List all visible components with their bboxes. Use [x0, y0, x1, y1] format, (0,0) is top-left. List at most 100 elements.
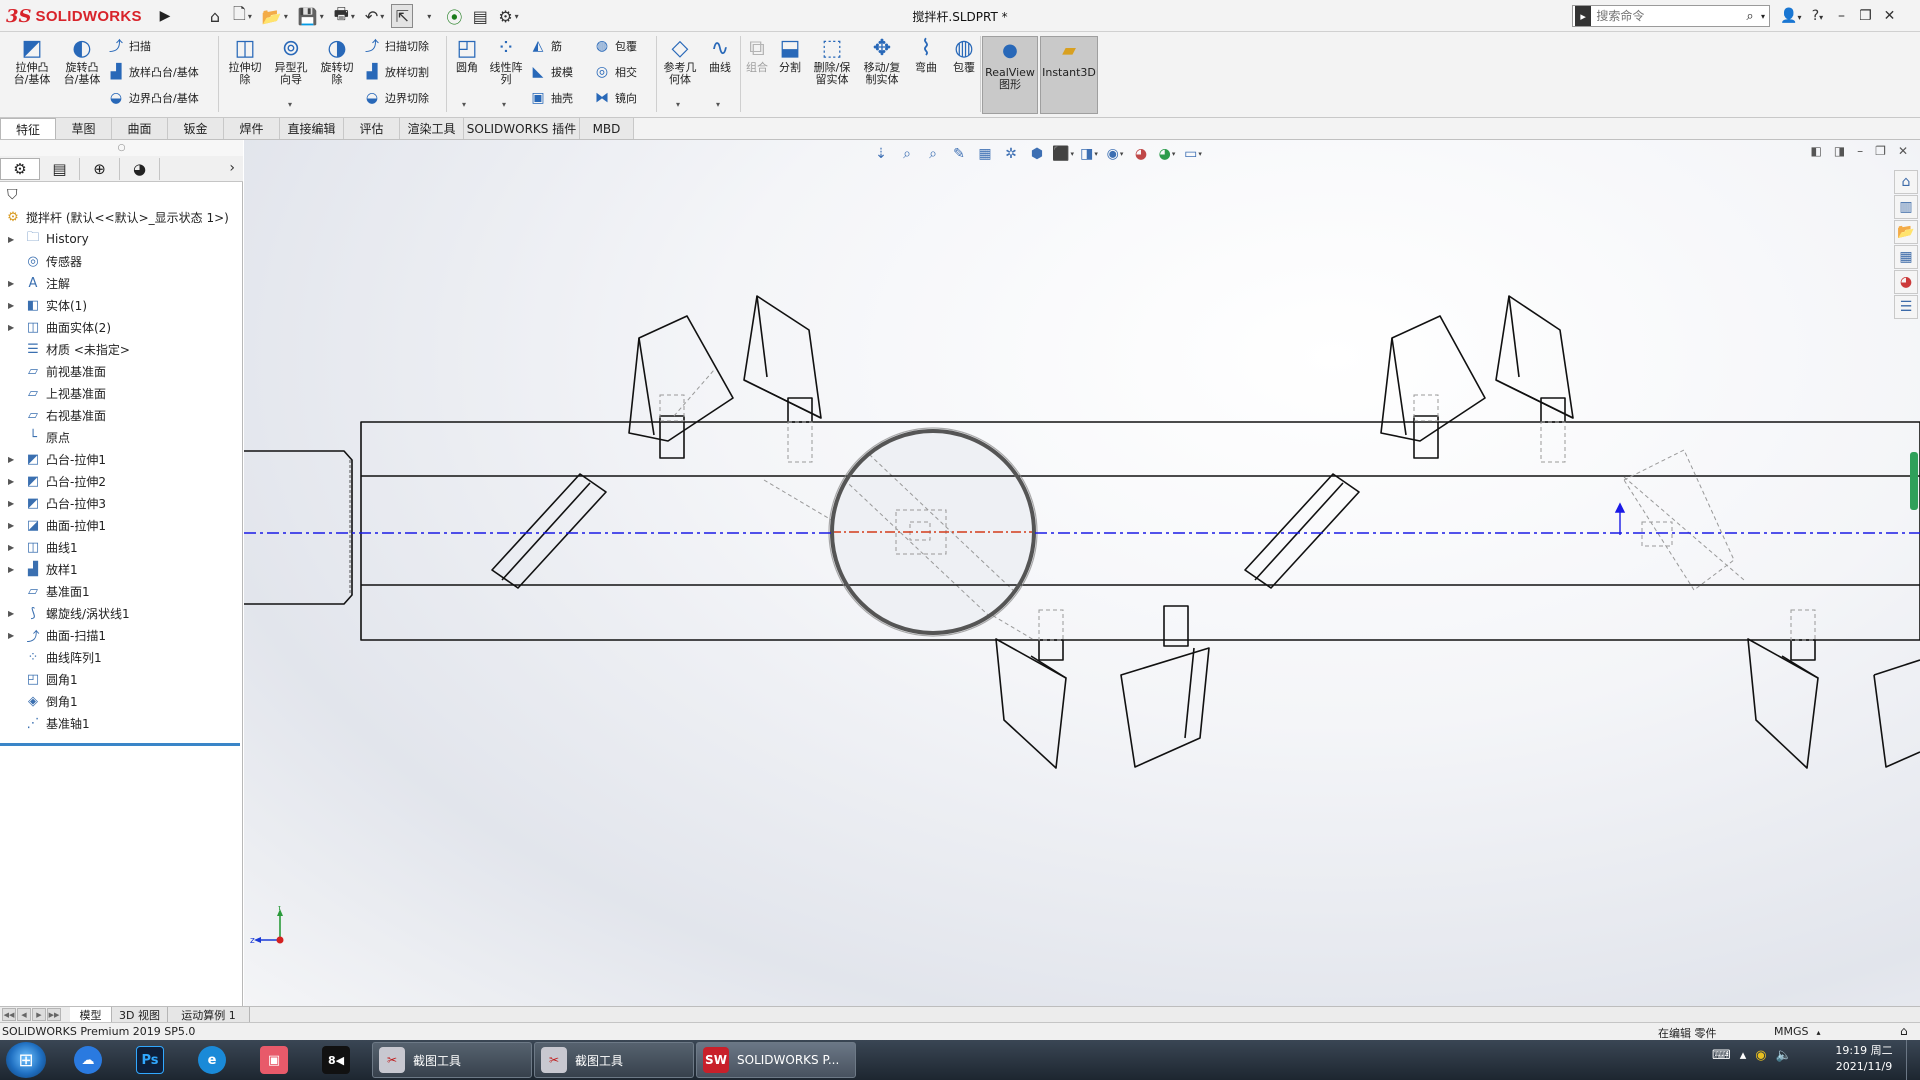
search-dropdown-icon[interactable]: ▾ — [1761, 12, 1765, 21]
tree-item[interactable]: ▶ ⟆ 螺旋线/涡状线1 — [0, 602, 243, 624]
prev-tab-arrow-icon[interactable]: ◀ — [17, 1008, 31, 1021]
minimize-icon[interactable]: – — [1833, 8, 1849, 24]
tree-item[interactable]: ◰ 圆角1 — [0, 668, 243, 690]
tree-item[interactable]: └ 原点 — [0, 426, 243, 448]
zoom-scroll-thumb[interactable] — [1910, 452, 1918, 510]
select-dropdown-icon[interactable]: ▾ — [417, 4, 439, 28]
viewport-close-icon[interactable]: ✕ — [1898, 144, 1908, 158]
wrap2-button[interactable]: ◍ 包覆 — [948, 36, 980, 74]
tab-3d-views[interactable]: 3D 视图 — [112, 1007, 168, 1022]
move-copy-body-button[interactable]: ✥ 移动/复 制实体 — [858, 36, 906, 86]
dynamic-annotation-icon[interactable]: ✲ — [1000, 143, 1022, 165]
design-library-icon[interactable]: ▥ — [1894, 195, 1918, 219]
split-button[interactable]: ⬓ 分割 — [774, 36, 806, 74]
revolve-boss-button[interactable]: ◐ 旋转凸 台/基体 — [58, 36, 106, 86]
intersect-button[interactable]: ◎ 相交 — [592, 62, 637, 82]
tree-item[interactable]: ▱ 基准面1 — [0, 580, 243, 602]
expand-arrow-icon[interactable]: ▶ — [8, 565, 18, 574]
tab-sheet-metal[interactable]: 钣金 — [168, 118, 224, 139]
sweep-button[interactable]: ⤴ 扫描 — [106, 36, 151, 56]
pattern-dropdown-icon[interactable]: ▾ — [502, 100, 506, 109]
tree-item[interactable]: ▱ 右视基准面 — [0, 404, 243, 426]
security-icon[interactable]: ◉ — [1755, 1048, 1766, 1063]
tree-item[interactable]: ▱ 上视基准面 — [0, 382, 243, 404]
extrude-boss-button[interactable]: ◩ 拉伸凸 台/基体 — [8, 36, 56, 86]
taskbar-snipping-tool-1[interactable]: ✂ 截图工具 — [372, 1042, 532, 1078]
view-orientation-icon[interactable]: ⬢ — [1026, 143, 1048, 165]
hide-show-items-icon[interactable]: ◨ ▾ — [1078, 143, 1100, 165]
tab-mbd[interactable]: MBD — [580, 118, 634, 139]
expand-arrow-icon[interactable]: ▶ — [8, 455, 18, 464]
tab-motion-study[interactable]: 运动算例 1 — [168, 1007, 250, 1022]
curves-dropdown-icon[interactable]: ▾ — [716, 100, 720, 109]
clock[interactable]: 19:19 周二 2021/11/9 — [1830, 1043, 1898, 1075]
panel-resize-grip[interactable]: ○ — [0, 140, 243, 156]
search-input[interactable] — [1591, 9, 1747, 23]
loft-boss-button[interactable]: ▟ 放样凸台/基体 — [106, 62, 199, 82]
tree-item[interactable]: ☰ 材质 <未指定> — [0, 338, 243, 360]
flex-button[interactable]: ⌇ 弯曲 — [910, 36, 942, 74]
unit-system-selector[interactable]: MMGS ▴ — [1774, 1025, 1821, 1038]
view-settings-icon[interactable]: ◕ ▾ — [1156, 143, 1178, 165]
expand-arrow-icon[interactable]: ▶ — [8, 543, 18, 552]
boundary-cut-button[interactable]: ◒ 边界切除 — [362, 88, 429, 108]
orient-normal-icon[interactable]: ⇣ — [870, 143, 892, 165]
swept-cut-button[interactable]: ⤴ 扫描切除 — [362, 36, 429, 56]
tab-direct-editing[interactable]: 直接编辑 — [280, 118, 344, 139]
panel-more-chevron-icon[interactable]: › — [229, 160, 235, 176]
tree-item[interactable]: ▶ ◪ 曲面-拉伸1 — [0, 514, 243, 536]
tree-item[interactable]: ▶ ◩ 凸台-拉伸3 — [0, 492, 243, 514]
menu-expand-arrow-icon[interactable]: ▶ — [158, 6, 172, 26]
keyboard-icon[interactable]: ⌨ — [1712, 1048, 1731, 1063]
tab-model[interactable]: 模型 — [70, 1007, 112, 1022]
filter-icon[interactable]: ⛉ — [0, 184, 243, 206]
reference-geometry-button[interactable]: ◇ 参考几 何体 — [660, 36, 700, 86]
solidworks-logo[interactable]: 3S SOLIDWORKS — [6, 3, 154, 29]
linear-pattern-button[interactable]: ⁘ 线性阵 列 — [486, 36, 526, 86]
rib-button[interactable]: ◭ 筋 — [528, 36, 562, 56]
close-icon[interactable]: ✕ — [1881, 8, 1897, 24]
tree-item[interactable]: ▱ 前视基准面 — [0, 360, 243, 382]
quick-tips-icon[interactable]: ⌂ — [1900, 1024, 1908, 1038]
photoshop-icon[interactable]: Ps — [124, 1043, 176, 1077]
screenshot-app-icon[interactable]: ▣ — [248, 1043, 300, 1077]
tree-item[interactable]: ▶ ◧ 实体(1) — [0, 294, 243, 316]
lofted-cut-button[interactable]: ▟ 放样切割 — [362, 62, 429, 82]
show-hidden-icons-icon[interactable]: ▴ — [1740, 1048, 1747, 1063]
tree-item[interactable]: ▶ ◫ 曲线1 — [0, 536, 243, 558]
delete-keep-body-button[interactable]: ⬚ 删除/保 留实体 — [808, 36, 856, 86]
mirror-button[interactable]: ⧓ 镜向 — [592, 88, 637, 108]
user-account-icon[interactable]: 👤▾ — [1780, 8, 1801, 24]
extrude-cut-button[interactable]: ◫ 拉伸切 除 — [222, 36, 268, 86]
feature-manager-tab-icon[interactable]: ⚙ — [0, 158, 40, 180]
custom-properties-icon[interactable]: ☰ — [1894, 295, 1918, 319]
viewport-tile-right-icon[interactable]: ◨ — [1834, 144, 1845, 158]
tab-sketch[interactable]: 草图 — [56, 118, 112, 139]
tab-evaluate[interactable]: 评估 — [344, 118, 400, 139]
viewport-restore-icon[interactable]: ❐ — [1875, 144, 1886, 158]
view-palette-icon[interactable]: ▦ — [1894, 245, 1918, 269]
fillet-button[interactable]: ◰ 圆角 — [450, 36, 484, 74]
tree-item[interactable]: ◈ 倒角1 — [0, 690, 243, 712]
viewport-tile-left-icon[interactable]: ◧ — [1810, 144, 1821, 158]
stirring-rod-model[interactable] — [244, 140, 1920, 1006]
tree-item[interactable]: ▶ ▟ 放样1 — [0, 558, 243, 580]
appearances-scenes-icon[interactable]: ◕ — [1894, 270, 1918, 294]
tree-item[interactable]: ▶ A 注解 — [0, 272, 243, 294]
instant3d-button[interactable]: ▰ Instant3D — [1040, 36, 1098, 114]
tab-render-tools[interactable]: 渲染工具 — [400, 118, 464, 139]
volume-icon[interactable]: 🔈 — [1776, 1048, 1792, 1063]
tree-item[interactable]: ◎ 传感器 — [0, 250, 243, 272]
open-icon[interactable]: 📂 ▾ — [259, 4, 291, 28]
edit-appearance-icon[interactable]: ◉ ▾ — [1104, 143, 1126, 165]
shell-button[interactable]: ▣ 抽壳 — [528, 88, 573, 108]
zoom-to-area-icon[interactable]: ⌕ — [922, 143, 944, 165]
ref-geometry-dropdown-icon[interactable]: ▾ — [676, 100, 680, 109]
taskbar-solidworks[interactable]: SW SOLIDWORKS P... — [696, 1042, 856, 1078]
last-tab-arrow-icon[interactable]: ▶▶ — [47, 1008, 61, 1021]
expand-arrow-icon[interactable]: ▶ — [8, 631, 18, 640]
realview-button[interactable]: ● RealView 图形 — [982, 36, 1038, 114]
combine-button[interactable]: ⧉ 组合 — [742, 36, 772, 74]
undo-icon[interactable]: ↶ ▾ — [362, 4, 387, 28]
restore-icon[interactable]: ❐ — [1857, 8, 1873, 24]
